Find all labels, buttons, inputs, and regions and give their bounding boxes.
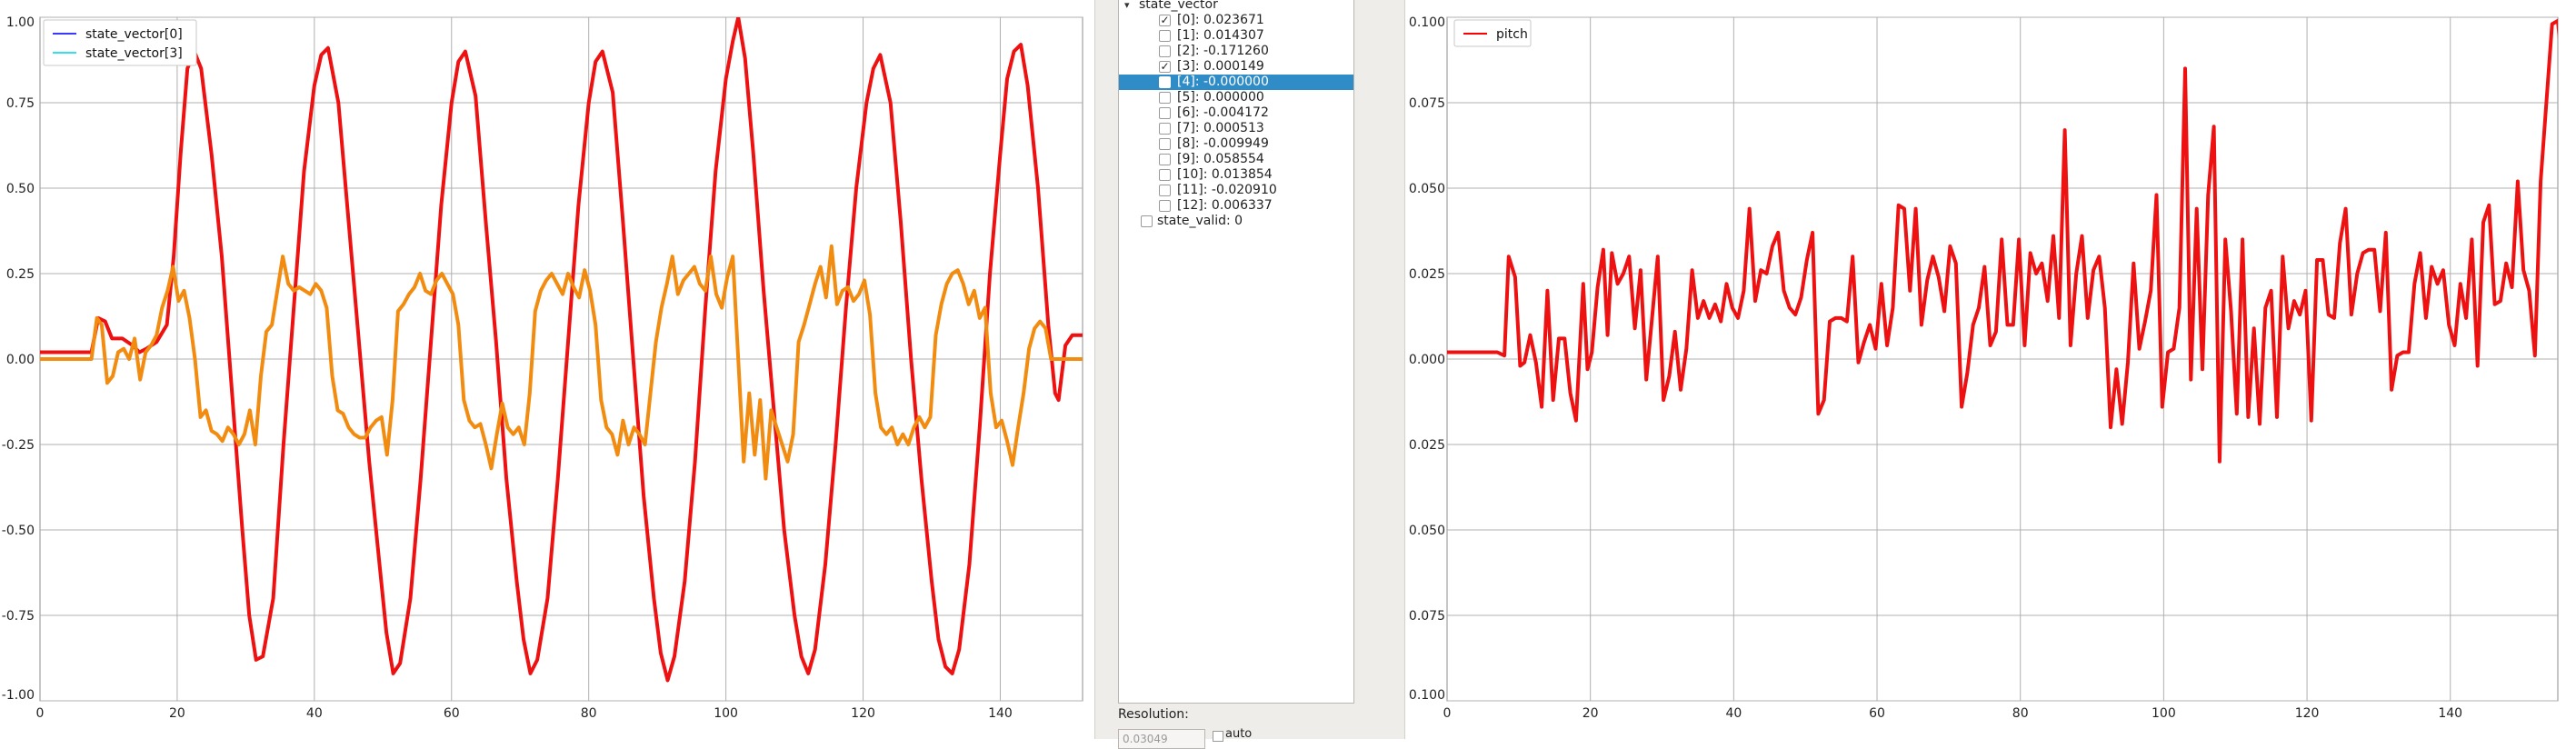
tree-item-checkbox[interactable] xyxy=(1159,154,1171,165)
right-x-tick-label: 40 xyxy=(1725,706,1742,721)
right-x-tick-label: 100 xyxy=(2152,706,2176,721)
left-legend-label: state_vector[3] xyxy=(85,46,183,61)
tree-item-checkbox[interactable] xyxy=(1159,45,1171,57)
auto-checkbox[interactable] xyxy=(1213,731,1223,742)
right-chart[interactable]: 0 20 40 60 80 100 120 140 0.100 0.075 0.050 0.025 0.… xyxy=(1405,0,2576,739)
tree-item-checkbox[interactable] xyxy=(1159,200,1171,212)
tree-item[interactable]: [6]: -0.004172 xyxy=(1119,105,1353,121)
tree-item-checkbox[interactable] xyxy=(1159,30,1171,42)
right-x-tick-label: 140 xyxy=(2438,706,2462,721)
tree-item-label: [4]: -0.000000 xyxy=(1177,75,1269,89)
tree-item-label: [3]: 0.000149 xyxy=(1177,59,1264,74)
tree-item[interactable]: [7]: 0.000513 xyxy=(1119,121,1353,136)
tree-item-label: [11]: -0.020910 xyxy=(1177,183,1277,197)
side-panel: ▾ state_vector ✓ [0]: 0.023671 [1]: 0.014307… xyxy=(1094,0,1405,749)
tree-item-checkbox[interactable] xyxy=(1159,185,1171,196)
tree-item-label: [7]: 0.000513 xyxy=(1177,121,1264,135)
tree-item[interactable]: [9]: 0.058554 xyxy=(1119,152,1353,167)
right-x-tick-label: 120 xyxy=(2295,706,2320,721)
left-x-tick-label: 0 xyxy=(36,706,45,721)
tree-root-label: state_vector xyxy=(1139,0,1218,12)
tree-item-label: [6]: -0.004172 xyxy=(1177,105,1269,120)
resolution-label: Resolution: xyxy=(1118,707,1189,722)
tree-item-checkbox[interactable] xyxy=(1159,92,1171,104)
tree-item-label: [5]: 0.000000 xyxy=(1177,90,1264,105)
left-x-tick-label: 20 xyxy=(169,706,185,721)
right-x-tick-label: 60 xyxy=(1869,706,1885,721)
left-legend-label: state_vector[0] xyxy=(85,27,183,42)
right-y-tick-label: 0.100 xyxy=(1409,15,1445,30)
tree-item[interactable]: ✓ [3]: 0.000149 xyxy=(1119,59,1353,75)
right-x-tick-label: 0 xyxy=(1443,706,1452,721)
right-y-tick-label: 0.025 xyxy=(1409,438,1445,453)
state-valid-label: state_valid: 0 xyxy=(1157,214,1243,228)
right-y-tick-label: 0.025 xyxy=(1409,267,1445,282)
left-y-tick-label: -0.25 xyxy=(2,438,35,453)
right-y-tick-label: 0.100 xyxy=(1409,688,1445,703)
left-x-tick-label: 140 xyxy=(988,706,1013,721)
tree-item-label: [10]: 0.013854 xyxy=(1177,167,1273,182)
tree-item-label: [2]: -0.171260 xyxy=(1177,44,1269,58)
tree-item-label: [1]: 0.014307 xyxy=(1177,28,1264,43)
tree-item[interactable]: [4]: -0.000000 xyxy=(1119,75,1353,90)
tree-item-checkbox[interactable]: ✓ xyxy=(1159,61,1171,73)
right-y-tick-label: 0.000 xyxy=(1409,353,1445,367)
state-valid-checkbox[interactable] xyxy=(1141,215,1153,227)
state-tree[interactable]: ▾ state_vector ✓ [0]: 0.023671 [1]: 0.014307… xyxy=(1118,0,1354,704)
tree-item[interactable]: [10]: 0.013854 xyxy=(1119,167,1353,183)
tree-item-checkbox[interactable]: ✓ xyxy=(1159,15,1171,26)
right-legend-label: pitch xyxy=(1496,27,1528,42)
tree-item[interactable]: [8]: -0.009949 xyxy=(1119,136,1353,152)
left-x-tick-label: 60 xyxy=(444,706,460,721)
tree-item-state-valid[interactable]: state_valid: 0 xyxy=(1119,214,1353,229)
expand-arrow-icon[interactable]: ▾ xyxy=(1124,0,1130,13)
left-x-tick-label: 100 xyxy=(714,706,738,721)
left-y-tick-label: 0.75 xyxy=(6,96,35,111)
tree-item[interactable]: [12]: 0.006337 xyxy=(1119,198,1353,214)
left-x-tick-label: 120 xyxy=(851,706,875,721)
left-plot[interactable]: 0 20 40 60 80 100 120 140 1.00 0.75 0.50 0.25 0.00 -0… xyxy=(0,0,1094,739)
tree-item[interactable]: ✓ [0]: 0.023671 xyxy=(1119,13,1353,28)
right-y-tick-label: 0.075 xyxy=(1409,96,1445,111)
tree-item-label: [9]: 0.058554 xyxy=(1177,152,1264,166)
tree-item-checkbox[interactable] xyxy=(1159,107,1171,119)
splitter-left[interactable] xyxy=(1094,0,1095,739)
right-y-tick-label: 0.050 xyxy=(1409,182,1445,196)
tree-item-label: [8]: -0.009949 xyxy=(1177,136,1269,151)
tree-item[interactable]: [2]: -0.171260 xyxy=(1119,44,1353,59)
left-y-tick-label: -0.50 xyxy=(2,524,35,538)
tree-root-state-vector[interactable]: ▾ state_vector xyxy=(1119,0,1353,13)
tree-item[interactable]: [1]: 0.014307 xyxy=(1119,28,1353,44)
left-x-tick-label: 80 xyxy=(581,706,597,721)
left-chart[interactable]: 0 20 40 60 80 100 120 140 1.00 0.75 0.50 0.25 0.00 -0… xyxy=(0,0,1094,739)
left-y-tick-label: 0.50 xyxy=(6,182,35,196)
left-y-tick-label: 0.00 xyxy=(6,353,35,367)
left-y-tick-label: -1.00 xyxy=(2,688,35,703)
left-y-tick-label: 1.00 xyxy=(6,15,35,30)
right-x-tick-label: 20 xyxy=(1583,706,1599,721)
left-y-tick-label: 0.25 xyxy=(6,267,35,282)
tree-item-checkbox[interactable] xyxy=(1159,169,1171,181)
tree-item[interactable]: [5]: 0.000000 xyxy=(1119,90,1353,105)
right-y-tick-label: 0.050 xyxy=(1409,524,1445,538)
tree-item-checkbox[interactable] xyxy=(1159,138,1171,150)
tree-item-label: [12]: 0.006337 xyxy=(1177,198,1273,213)
right-y-tick-label: 0.075 xyxy=(1409,609,1445,624)
tree-item-checkbox[interactable] xyxy=(1159,123,1171,135)
right-plot[interactable]: 0 20 40 60 80 100 120 140 0.100 0.075 0.050 0.025 0.… xyxy=(1405,0,2576,739)
tree-item-checkbox[interactable] xyxy=(1159,76,1171,88)
resolution-input[interactable] xyxy=(1118,729,1205,749)
left-x-tick-label: 40 xyxy=(306,706,323,721)
tree-item-label: [0]: 0.023671 xyxy=(1177,13,1264,27)
tree-item[interactable]: [11]: -0.020910 xyxy=(1119,183,1353,198)
left-y-tick-label: -0.75 xyxy=(2,609,35,624)
right-x-tick-label: 80 xyxy=(2012,706,2029,721)
